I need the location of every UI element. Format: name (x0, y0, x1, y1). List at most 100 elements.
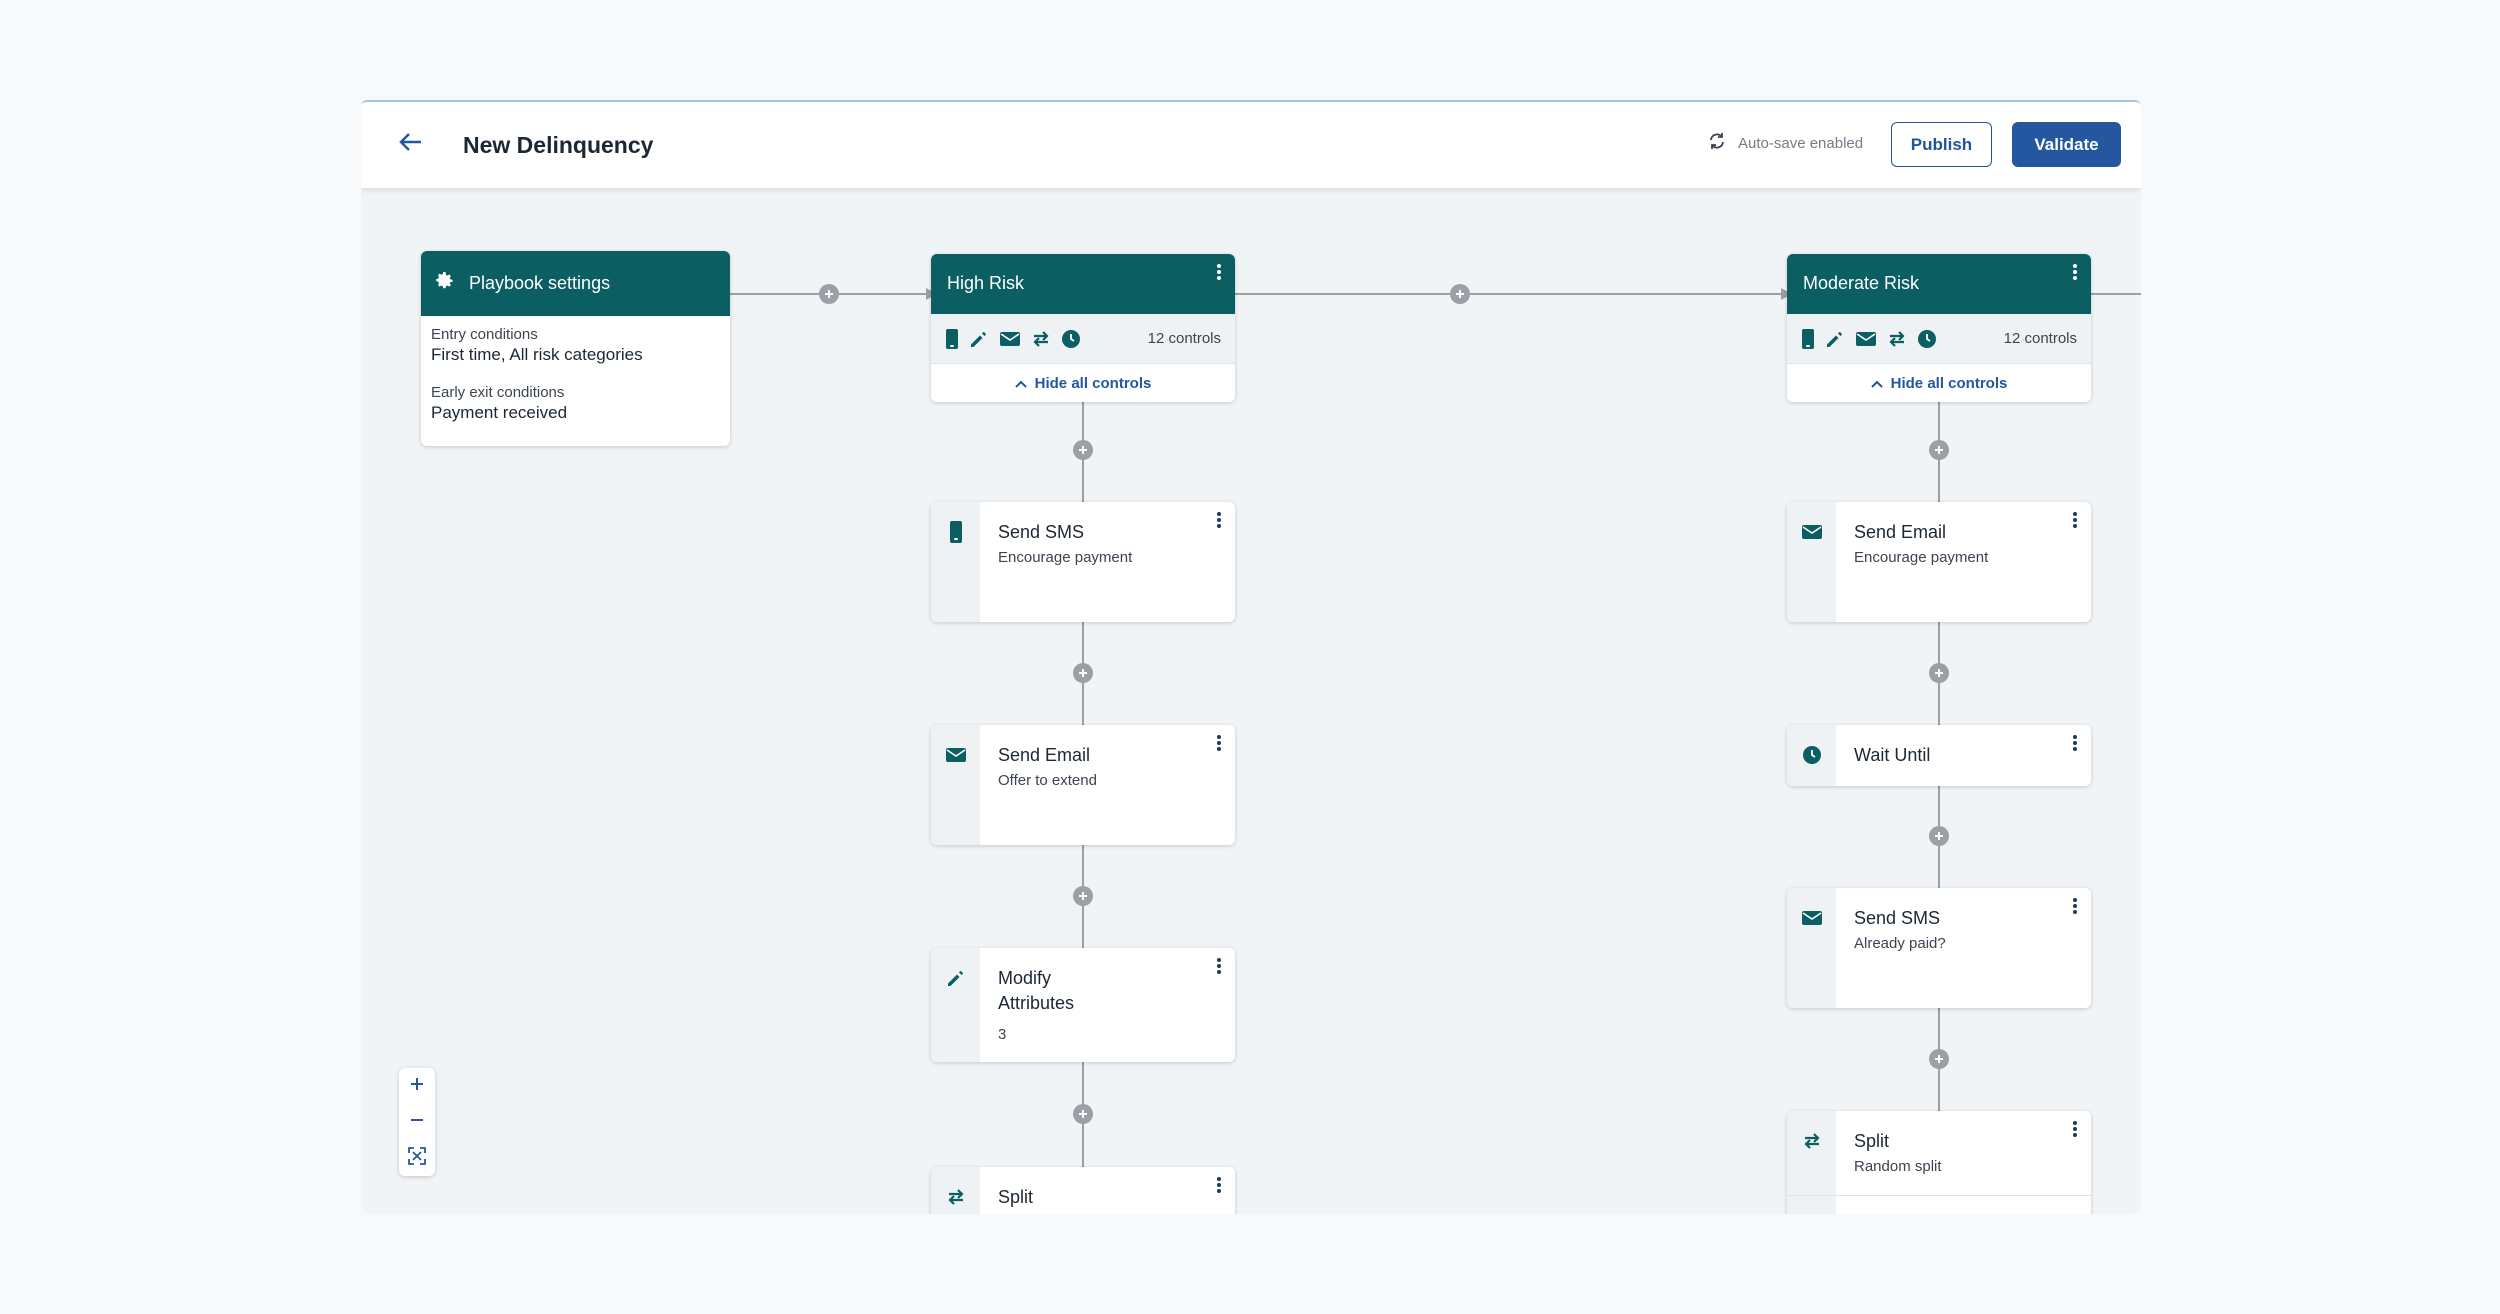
hide-all-controls-link[interactable]: Hide all controls (1787, 364, 2091, 402)
publish-button[interactable]: Publish (1891, 122, 1992, 167)
pencil-icon (944, 966, 968, 990)
step-subtitle: Already paid? (1854, 935, 1946, 952)
more-options-icon[interactable] (1213, 1175, 1225, 1199)
validate-button[interactable]: Validate (2012, 122, 2121, 167)
clock-icon[interactable] (1061, 329, 1081, 349)
step-card-send-sms[interactable]: Send SMS Already paid? (1787, 888, 2091, 1008)
arrow-left-icon (399, 132, 423, 157)
add-step-node[interactable] (1073, 886, 1093, 906)
step-title: Send SMS (1854, 908, 1941, 928)
page-title: New Delinquency (463, 132, 654, 158)
fit-view-button[interactable] (399, 1140, 435, 1176)
step-card-modify-attributes[interactable]: Modify Attributes 3 (931, 948, 1235, 1062)
sms-icon[interactable] (945, 328, 959, 349)
step-subtitle: 3 (998, 1026, 1007, 1043)
step-card-send-email[interactable]: Send Email Encourage payment (1787, 502, 2091, 622)
more-options-icon[interactable] (1213, 733, 1225, 757)
add-step-node[interactable] (1073, 440, 1093, 460)
hide-all-controls-label: Hide all controls (1890, 374, 2008, 392)
branch-card-high-risk[interactable]: High Risk 12 controls Hide all controls (931, 254, 1235, 402)
step-card-send-sms[interactable]: Send SMS Encourage payment (931, 502, 1235, 622)
step-subtitle: Encourage payment (998, 549, 1133, 566)
hide-all-controls-link[interactable]: Hide all controls (931, 364, 1235, 402)
chevron-up-icon (1870, 375, 1883, 392)
hide-all-controls-label: Hide all controls (1034, 374, 1152, 392)
exit-conditions-label: Early exit conditions (431, 384, 565, 401)
editor-header: New Delinquency Auto-save enabled Publis… (361, 102, 2141, 188)
add-step-node[interactable] (1073, 1104, 1093, 1124)
step-subtitle: Encourage payment (1854, 549, 1989, 566)
email-icon (1800, 520, 1824, 544)
split-icon (944, 1185, 968, 1209)
sync-icon (1708, 132, 1726, 154)
chevron-up-icon (1014, 375, 1027, 392)
gear-icon (435, 271, 455, 296)
sms-icon (944, 520, 968, 544)
more-options-icon[interactable] (2069, 896, 2081, 920)
exit-conditions-value: Payment received (431, 403, 568, 422)
step-title: Send Email (998, 745, 1091, 765)
more-options-icon[interactable] (1213, 262, 1225, 286)
step-card-split[interactable]: Split Random split (1787, 1111, 2091, 1214)
step-title: Split (998, 1187, 1034, 1207)
zoom-in-button[interactable] (399, 1068, 435, 1104)
split-icon[interactable] (1887, 329, 1907, 349)
step-card-wait-until[interactable]: Wait Until (1787, 725, 2091, 786)
add-step-node[interactable] (1073, 663, 1093, 683)
step-card-split[interactable]: Split (931, 1167, 1235, 1214)
branch-controls-row: 12 controls (1787, 314, 2091, 364)
playbook-settings-title: Playbook settings (469, 273, 611, 293)
split-icon[interactable] (1031, 329, 1051, 349)
controls-count: 12 controls (1147, 330, 1221, 347)
more-options-icon[interactable] (2069, 733, 2081, 757)
zoom-controls (399, 1068, 435, 1176)
add-step-node[interactable] (1929, 1049, 1949, 1069)
plus-icon (410, 1077, 424, 1096)
more-options-icon[interactable] (1213, 956, 1225, 980)
entry-conditions-label: Entry conditions (431, 326, 538, 343)
add-step-node[interactable] (1929, 663, 1949, 683)
step-title: Split (1854, 1131, 1890, 1151)
add-step-node[interactable] (1929, 440, 1949, 460)
clock-icon (1800, 743, 1824, 767)
autosave-status: Auto-save enabled (1708, 132, 1863, 154)
step-title: Send Email (1854, 522, 1947, 542)
playbook-editor: Playbook settings Entry conditions First… (361, 100, 2141, 1214)
email-icon[interactable] (1855, 330, 1877, 348)
add-step-node[interactable] (1929, 826, 1949, 846)
sms-icon[interactable] (1801, 328, 1815, 349)
step-subtitle: Random split (1854, 1158, 1942, 1175)
email-icon[interactable] (999, 330, 1021, 348)
more-options-icon[interactable] (1213, 510, 1225, 534)
controls-count: 12 controls (2003, 330, 2077, 347)
branch-title: High Risk (947, 273, 1025, 293)
split-icon (1800, 1129, 1824, 1153)
step-card-send-email[interactable]: Send Email Offer to extend (931, 725, 1235, 845)
more-options-icon[interactable] (2069, 262, 2081, 286)
step-subtitle: Offer to extend (998, 772, 1097, 789)
playbook-settings-header: Playbook settings (421, 251, 730, 316)
pencil-icon[interactable] (969, 329, 989, 349)
entry-conditions-value: First time, All risk categories (431, 345, 643, 364)
email-icon (1800, 906, 1824, 930)
zoom-out-button[interactable] (399, 1104, 435, 1140)
clock-icon[interactable] (1917, 329, 1937, 349)
branch-title: Moderate Risk (1803, 273, 1920, 293)
more-options-icon[interactable] (2069, 510, 2081, 534)
step-title: Modify Attributes (998, 968, 1075, 1013)
email-icon (944, 743, 968, 767)
more-options-icon[interactable] (2069, 1119, 2081, 1143)
flow-canvas[interactable]: Playbook settings Entry conditions First… (361, 102, 2141, 1214)
step-title: Send SMS (998, 522, 1085, 542)
branch-controls-row: 12 controls (931, 314, 1235, 364)
add-step-node[interactable] (819, 284, 839, 304)
pencil-icon[interactable] (1825, 329, 1845, 349)
playbook-settings-card[interactable]: Playbook settings Entry conditions First… (421, 251, 730, 446)
minus-icon (410, 1113, 424, 1132)
branch-card-moderate-risk[interactable]: Moderate Risk 12 controls Hide all contr… (1787, 254, 2091, 402)
autosave-label: Auto-save enabled (1738, 134, 1864, 152)
fit-screen-icon (408, 1146, 426, 1170)
back-button[interactable] (395, 128, 427, 160)
add-step-node[interactable] (1450, 284, 1470, 304)
step-title: Wait Until (1854, 745, 1931, 765)
